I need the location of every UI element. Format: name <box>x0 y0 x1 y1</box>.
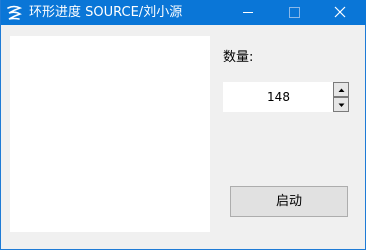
app-window: 环形进度 SOURCE/刘小源 数量: 148 启动 <box>0 0 366 250</box>
maximize-icon <box>289 7 300 18</box>
stepper-down-button[interactable] <box>333 97 349 112</box>
quantity-input[interactable] <box>223 82 333 112</box>
minimize-button[interactable] <box>225 0 271 25</box>
quantity-stepper[interactable] <box>223 82 349 112</box>
arrow-up-icon <box>338 88 345 92</box>
quantity-label: 数量: <box>223 50 254 65</box>
stepper-up-button[interactable] <box>333 82 349 97</box>
minimize-icon <box>243 12 253 13</box>
app-swirl-icon <box>5 4 23 22</box>
start-button[interactable]: 启动 <box>230 186 348 217</box>
maximize-button[interactable] <box>271 0 317 25</box>
arrow-down-icon <box>338 103 345 107</box>
close-icon <box>334 6 346 18</box>
close-button[interactable] <box>317 0 363 25</box>
window-title: 环形进度 SOURCE/刘小源 <box>29 5 183 20</box>
ring-progress-panel <box>10 36 210 232</box>
title-bar[interactable]: 环形进度 SOURCE/刘小源 <box>1 0 366 25</box>
